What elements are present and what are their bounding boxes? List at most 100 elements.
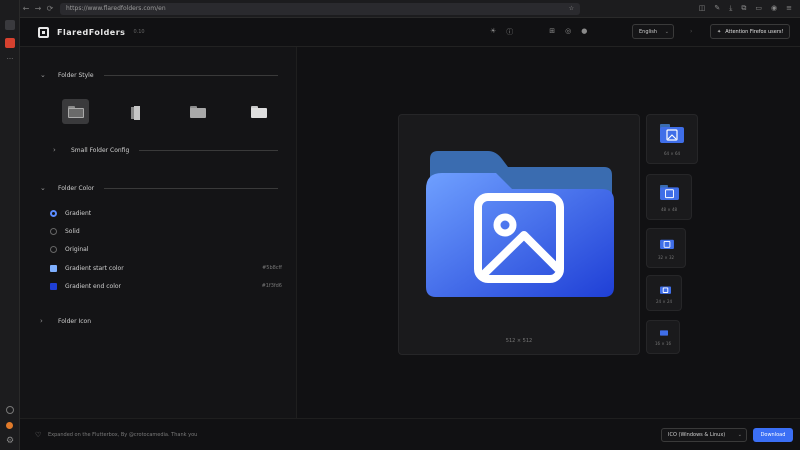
radio-label: Gradient [65, 209, 92, 217]
small-folder-config-section[interactable]: › Small Folder Config [53, 146, 278, 154]
folder-image-icon [660, 185, 679, 200]
gradient-start-swatch[interactable] [50, 264, 57, 272]
size-caption: 16 × 16 [654, 341, 672, 346]
color-mode-gradient[interactable]: Gradient [50, 207, 282, 219]
folder-style-options [62, 99, 272, 124]
size-caption: 64 × 64 [663, 151, 681, 156]
folder-gray-icon [189, 105, 206, 118]
browser-toolbar: ← → ⟳ https://www.flaredfolders.com/en ☆… [20, 0, 800, 18]
downloads-icon[interactable]: ⤓ [729, 4, 732, 13]
chevron-right-icon: › [53, 146, 56, 154]
style-option-gray[interactable] [184, 99, 211, 124]
github-icon[interactable]: ● [581, 27, 587, 37]
style-option-dark[interactable] [62, 99, 89, 124]
radio-unselected[interactable] [50, 227, 57, 235]
history-icon[interactable] [6, 406, 14, 414]
preview-512: 512 × 512 [398, 114, 640, 355]
preview-24: 24 × 24 [646, 275, 682, 311]
color-mode-solid[interactable]: Solid [50, 225, 282, 237]
account-icon[interactable]: ◉ [771, 4, 777, 13]
section-title: Folder Icon [58, 317, 91, 325]
gradient-end-label: Gradient end color [65, 282, 122, 290]
chevron-down-icon: ⌄ [40, 184, 46, 192]
radio-unselected[interactable] [50, 245, 57, 253]
bookmark-star-icon[interactable]: ☆ [569, 5, 574, 12]
sidebar-toggle-icon[interactable]: ▭ [755, 4, 762, 13]
address-bar[interactable]: https://www.flaredfolders.com/en ☆ [60, 2, 580, 15]
chevron-right-icon: › [40, 317, 43, 325]
preview-64: 64 × 64 [646, 114, 698, 164]
heart-icon: ♡ [35, 431, 42, 439]
footer-bar: ♡ Expanded on the Flutterbox, By @crotoc… [20, 418, 800, 450]
library-icon[interactable]: ⧉ [741, 4, 746, 13]
language-select[interactable]: English ⌄ [632, 24, 674, 39]
section-title: Folder Color [58, 184, 95, 192]
settings-gear-icon[interactable]: ⚙ [5, 436, 15, 446]
size-caption: 24 × 24 [655, 299, 673, 304]
style-option-door[interactable] [123, 99, 150, 124]
size-caption: 48 × 48 [660, 207, 678, 212]
extension-icon[interactable] [6, 422, 13, 429]
shield-icon[interactable]: ◫ [699, 4, 706, 13]
gradient-end-row[interactable]: Gradient end color #1f3fd6 [50, 280, 282, 292]
header-arrow-icon: › [690, 28, 693, 35]
download-button[interactable]: Download [753, 428, 793, 442]
theme-sun-icon[interactable]: ☀ [490, 27, 496, 37]
chevron-down-icon: ⌄ [40, 71, 46, 79]
language-value: English [639, 28, 658, 35]
gradient-start-hex: #5b8cff [262, 265, 282, 271]
preview-16: 16 × 16 [646, 320, 680, 354]
folder-image-icon [660, 239, 674, 249]
forward-arrow-icon[interactable]: → [32, 4, 44, 13]
sidebar-tabs-icon[interactable] [5, 20, 15, 30]
gradient-end-swatch[interactable] [50, 282, 57, 290]
sidebar-app-icon[interactable] [5, 38, 15, 48]
folder-icon-section[interactable]: › Folder Icon [40, 317, 278, 325]
back-arrow-icon[interactable]: ← [20, 4, 32, 13]
discord-icon[interactable]: ◎ [565, 27, 571, 37]
footer-credit-text: Expanded on the Flutterbox, By @crotocam… [48, 432, 198, 438]
folder-dark-icon [67, 105, 84, 118]
menu-icon[interactable]: ≡ [786, 4, 792, 13]
radio-selected[interactable] [50, 209, 57, 217]
preview-32: 32 × 32 [646, 228, 686, 268]
more-icon[interactable]: ··· [5, 56, 15, 66]
windows-icon[interactable]: ⊞ [549, 27, 555, 37]
folder-image-icon [660, 124, 684, 143]
gradient-start-label: Gradient start color [65, 264, 124, 272]
folder-style-section[interactable]: ⌄ Folder Style [40, 71, 278, 79]
firefox-attention-button[interactable]: ✦ Attention Firefox users! [710, 24, 790, 39]
divider [139, 149, 278, 151]
section-title: Folder Style [58, 71, 94, 79]
folder-door-icon [129, 105, 145, 120]
style-option-light[interactable] [245, 99, 272, 124]
divider [103, 74, 278, 76]
radio-label: Original [65, 245, 89, 253]
chevron-down-icon: ⌄ [737, 432, 742, 438]
fire-icon: ✦ [717, 28, 722, 35]
folder-image-icon [426, 151, 614, 297]
brand-name: FlaredFolders [57, 27, 126, 37]
preview-48: 48 × 48 [646, 174, 692, 220]
format-value: ICO (Windows & Linux) [668, 432, 726, 438]
help-icon[interactable]: ⓘ [506, 27, 513, 37]
version-label: 0.10 [133, 29, 145, 35]
app-header: FlaredFolders 0.10 ☀ ⓘ ⊞ ◎ ● English ⌄ ›… [20, 18, 800, 47]
folder-color-section[interactable]: ⌄ Folder Color [40, 184, 278, 192]
size-caption: 512 × 512 [505, 338, 533, 344]
color-mode-original[interactable]: Original [50, 243, 282, 255]
settings-panel: ⌄ Folder Style › Small Folder Config ⌄ F… [20, 47, 297, 418]
gradient-start-row[interactable]: Gradient start color #5b8cff [50, 262, 282, 274]
reload-icon[interactable]: ⟳ [44, 4, 56, 13]
extensions-icon[interactable]: ✎ [714, 4, 720, 13]
gradient-end-hex: #1f3fd6 [261, 283, 282, 289]
format-select[interactable]: ICO (Windows & Linux) ⌄ [661, 428, 747, 442]
size-caption: 32 × 32 [657, 255, 675, 260]
radio-label: Solid [65, 227, 80, 235]
folder-light-icon [250, 105, 267, 118]
browser-sidebar: ··· ⚙ [0, 0, 20, 450]
folder-image-icon [660, 330, 668, 336]
chevron-down-icon: ⌄ [664, 28, 669, 35]
divider [104, 187, 278, 189]
